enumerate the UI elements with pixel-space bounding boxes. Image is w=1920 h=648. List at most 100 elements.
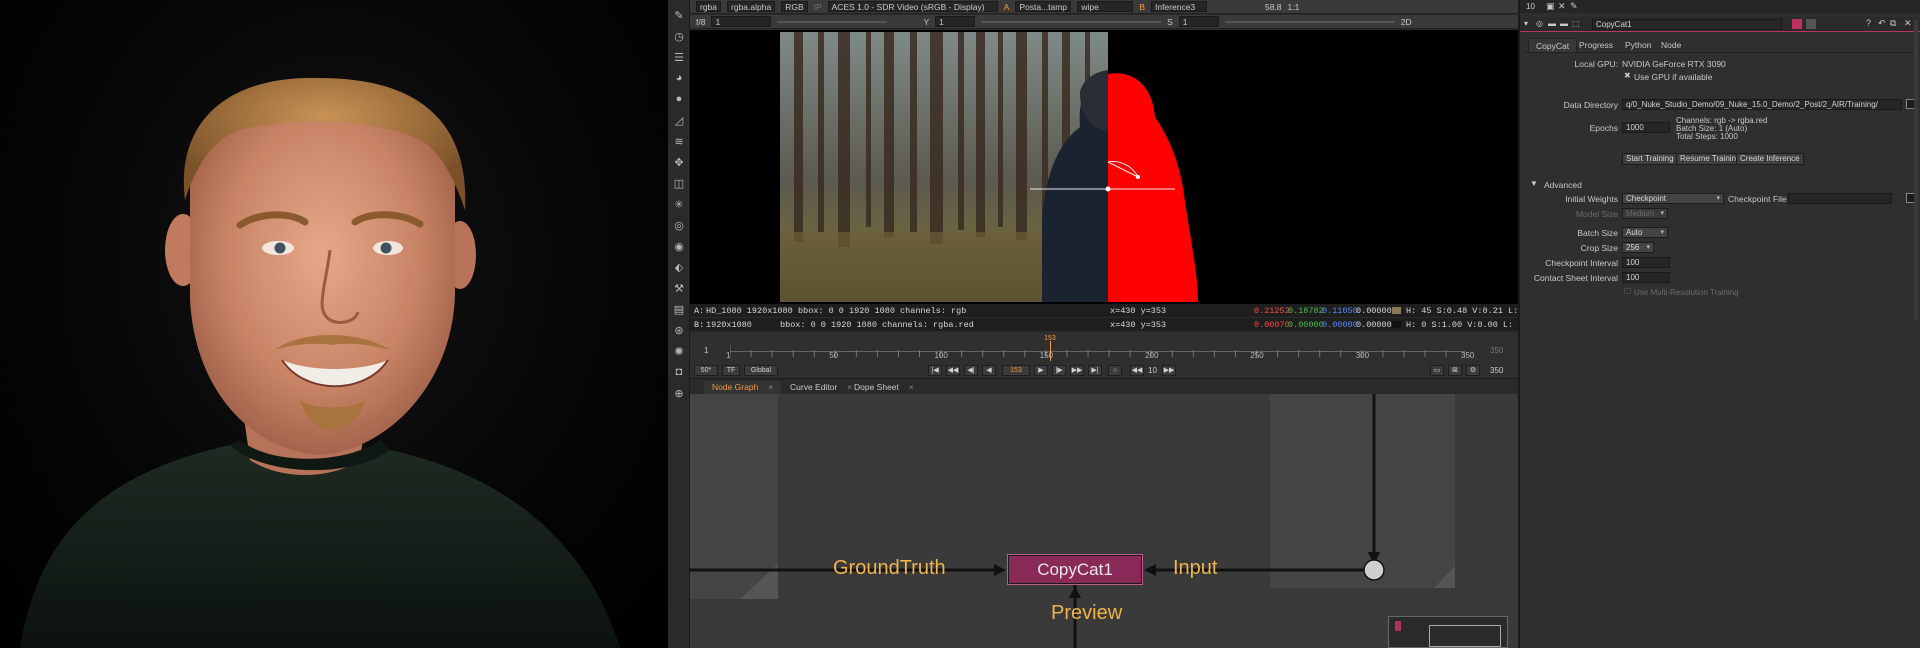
tab-dope-sheet[interactable]: Dope Sheet × bbox=[846, 381, 922, 394]
play-backward-icon[interactable]: ◀ bbox=[982, 365, 996, 376]
tab-progress[interactable]: Progress bbox=[1572, 38, 1620, 52]
input-icon[interactable]: ▬ bbox=[1548, 19, 1556, 28]
sparkle-icon[interactable]: ✺ bbox=[672, 344, 686, 358]
float-icon[interactable]: ⬚ bbox=[1572, 19, 1580, 28]
float-panel-icon[interactable]: ⧉ bbox=[1890, 18, 1896, 29]
toolset-icon[interactable]: ▤ bbox=[672, 302, 686, 316]
close-all-icon[interactable]: ✕ bbox=[1558, 1, 1566, 12]
last-frame-icon[interactable]: ▶| bbox=[1088, 365, 1102, 376]
settings-icon[interactable]: ⚙ bbox=[1466, 365, 1480, 376]
tab-node[interactable]: Node bbox=[1654, 38, 1688, 52]
lock-icon[interactable]: ⊠ bbox=[1448, 365, 1462, 376]
tab-node-graph[interactable]: Node Graph × bbox=[704, 381, 781, 394]
viewer-canvas[interactable] bbox=[690, 30, 1538, 304]
input-b-dropdown[interactable]: Inference3 bbox=[1150, 1, 1207, 12]
zoom-value[interactable]: 58.8 bbox=[1265, 2, 1282, 12]
prev-frame-icon[interactable]: ◀| bbox=[964, 365, 978, 376]
help-icon[interactable]: ? bbox=[1866, 18, 1871, 28]
close-icon[interactable]: ✕ bbox=[1904, 18, 1912, 29]
dot-node[interactable] bbox=[1363, 559, 1385, 581]
tab-python[interactable]: Python bbox=[1618, 38, 1658, 52]
filter-icon[interactable]: ◿ bbox=[672, 113, 686, 127]
tab-copycat[interactable]: CopyCat bbox=[1528, 38, 1578, 52]
fps-dropdown[interactable]: 50* bbox=[694, 365, 718, 376]
range-mode-dropdown[interactable]: Global bbox=[744, 365, 778, 376]
properties-scrollbar[interactable] bbox=[1914, 20, 1918, 320]
next-keyframe-icon[interactable]: ▶▶ bbox=[1070, 365, 1084, 376]
transform-icon[interactable]: ✥ bbox=[672, 155, 686, 169]
next-frame-icon[interactable]: |▶ bbox=[1052, 365, 1066, 376]
tag-icon[interactable]: ⬖ bbox=[672, 260, 686, 274]
channel-set-dropdown[interactable]: rgba bbox=[696, 1, 722, 12]
current-frame-field[interactable]: 153 bbox=[1002, 365, 1030, 376]
play-forward-icon[interactable]: ▶ bbox=[1034, 365, 1048, 376]
loop-icon[interactable]: ○ bbox=[1108, 365, 1122, 376]
copycat-node[interactable]: CopyCat1 bbox=[1007, 554, 1143, 585]
batch-size-dropdown[interactable]: Auto bbox=[1622, 227, 1668, 238]
initial-weights-dropdown[interactable]: Checkpoint bbox=[1622, 193, 1724, 204]
tf-dropdown[interactable]: TF bbox=[722, 365, 740, 376]
use-gpu-checkbox[interactable]: ✖ bbox=[1624, 71, 1631, 80]
gamma-slider[interactable] bbox=[981, 20, 1162, 23]
saturation-slider[interactable] bbox=[1224, 20, 1395, 23]
alpha-channel-dropdown[interactable]: rgba.alpha bbox=[727, 1, 776, 12]
circle-icon[interactable]: ● bbox=[672, 92, 686, 106]
stack-icon[interactable]: ≋ bbox=[672, 134, 686, 148]
particles-icon[interactable]: ✳ bbox=[672, 197, 686, 211]
pencil-icon[interactable]: ✎ bbox=[1570, 1, 1578, 12]
saturation-field[interactable]: 1 bbox=[1178, 16, 1219, 27]
crop-size-dropdown[interactable]: 256 bbox=[1622, 242, 1654, 253]
wipe-dropdown[interactable]: wipe bbox=[1077, 1, 1134, 12]
close-icon[interactable]: × bbox=[909, 383, 914, 392]
node-graph-navigator[interactable] bbox=[1388, 616, 1508, 648]
model-size-dropdown[interactable]: Medium bbox=[1622, 208, 1668, 219]
eye-icon[interactable]: ◉ bbox=[672, 239, 686, 253]
create-inference-button[interactable]: Create Inference bbox=[1736, 153, 1804, 165]
start-training-button[interactable]: Start Training bbox=[1622, 153, 1678, 165]
layers-icon[interactable]: ☰ bbox=[672, 50, 686, 64]
collapse-icon[interactable]: ▾ bbox=[1524, 19, 1528, 28]
multi-res-checkbox[interactable]: ☐ bbox=[1624, 287, 1631, 296]
data-directory-field[interactable]: q/0_Nuke_Studio_Demo/09_Nuke_15.0_Demo/2… bbox=[1622, 99, 1902, 110]
ai-icon[interactable]: ⊛ bbox=[672, 323, 686, 337]
nuke-logo-icon[interactable]: ⊕ bbox=[672, 386, 686, 400]
input-a-dropdown[interactable]: Posta...tamp bbox=[1015, 1, 1072, 12]
prev-keyframe-icon[interactable]: ◀◀ bbox=[946, 365, 960, 376]
color-wheel-icon[interactable]: ◕ bbox=[672, 71, 686, 85]
revert-icon[interactable]: ↶ bbox=[1878, 18, 1886, 29]
gain-field[interactable]: 1 bbox=[711, 16, 772, 27]
timeline-in-field[interactable]: 1 bbox=[704, 346, 708, 355]
clock-icon[interactable]: ◷ bbox=[672, 29, 686, 43]
gamma-field[interactable]: 1 bbox=[935, 16, 976, 27]
lock-icon[interactable]: ▣ bbox=[1546, 1, 1555, 12]
monitor-icon[interactable]: ▭ bbox=[1430, 365, 1444, 376]
checkpoint-file-field[interactable] bbox=[1788, 193, 1892, 204]
first-frame-icon[interactable]: |◀ bbox=[928, 365, 942, 376]
resume-training-button[interactable]: Resume Training bbox=[1676, 153, 1745, 165]
ip-toggle[interactable]: IP bbox=[814, 2, 822, 12]
step-back-icon[interactable]: ◀◀ bbox=[1130, 365, 1144, 376]
node-name-field[interactable]: CopyCat1 bbox=[1592, 19, 1782, 30]
font-color-swatch[interactable] bbox=[1806, 19, 1816, 29]
checkpoint-interval-field[interactable]: 100 bbox=[1622, 257, 1670, 268]
timeline-out-field[interactable]: 350 bbox=[1490, 346, 1503, 355]
fstop-value[interactable]: f/8 bbox=[696, 17, 705, 27]
cube-icon[interactable]: ◫ bbox=[672, 176, 686, 190]
other-icon[interactable]: ◘ bbox=[672, 365, 686, 379]
end-frame-field[interactable]: 350 bbox=[1490, 366, 1503, 375]
tools-icon[interactable]: ⚒ bbox=[672, 281, 686, 295]
pencil-icon[interactable]: ✎ bbox=[672, 8, 686, 22]
view-mode-dropdown[interactable]: 2D bbox=[1401, 17, 1412, 27]
colorspace-dropdown[interactable]: ACES 1.0 - SDR Video (sRGB - Display) bbox=[827, 1, 998, 12]
step-field[interactable]: 10 bbox=[1148, 366, 1157, 375]
node-graph-canvas[interactable]: CopyCat1 GroundTruth Input Preview bbox=[690, 394, 1538, 648]
node-color-swatch[interactable] bbox=[1792, 19, 1802, 29]
center-icon[interactable]: ◎ bbox=[1536, 19, 1543, 28]
step-forward-icon[interactable]: ▶▶ bbox=[1162, 365, 1176, 376]
epochs-field[interactable]: 1000 bbox=[1622, 122, 1670, 133]
advanced-toggle-icon[interactable]: ▼ bbox=[1530, 179, 1538, 188]
ratio-value[interactable]: 1:1 bbox=[1288, 2, 1300, 12]
contact-sheet-interval-field[interactable]: 100 bbox=[1622, 272, 1670, 283]
max-panels-field[interactable]: 10 bbox=[1526, 2, 1535, 11]
close-icon[interactable]: × bbox=[768, 383, 773, 392]
